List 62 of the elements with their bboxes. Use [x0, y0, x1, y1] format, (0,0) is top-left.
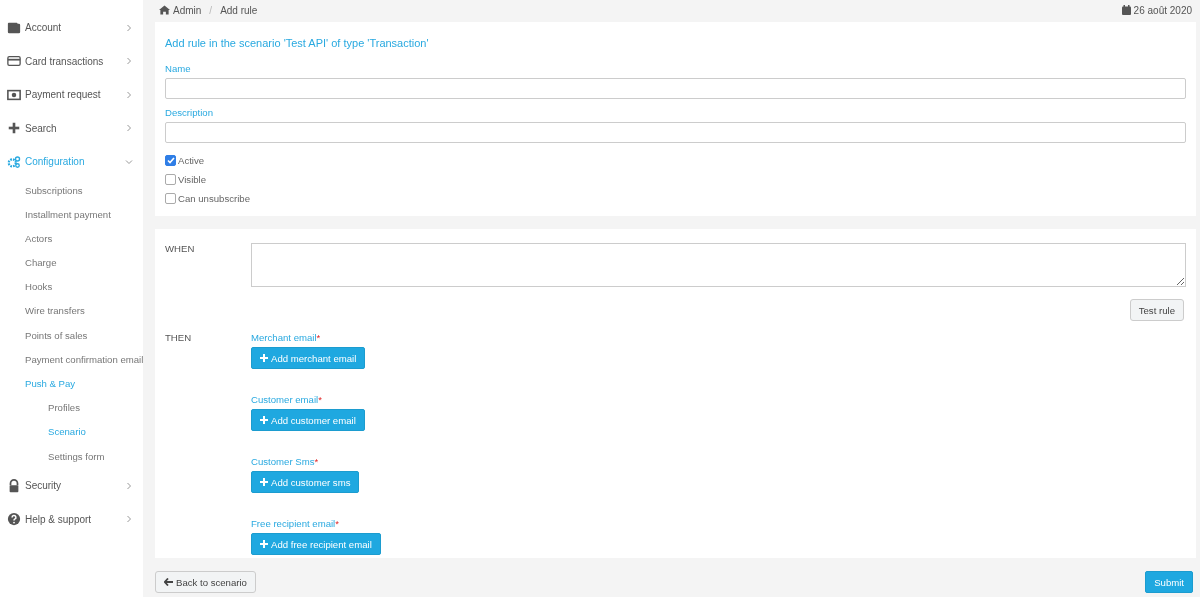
action-label: Merchant email* [251, 332, 322, 343]
breadcrumb-item[interactable]: Admin [173, 4, 202, 16]
sidebar-subitem[interactable]: Actors [0, 226, 143, 252]
plus-icon [260, 354, 268, 362]
banknote-icon [7, 87, 21, 102]
add-button[interactable]: Add customer email [251, 409, 365, 431]
plus-icon [260, 540, 268, 548]
wallet-icon [7, 20, 21, 35]
then-label: THEN [165, 332, 192, 343]
field-label: Description [165, 107, 214, 118]
sidebar-item[interactable]: Configuration [0, 145, 143, 179]
question-icon [7, 512, 21, 526]
checkbox[interactable] [165, 193, 176, 204]
sidebar-item[interactable]: Security [0, 468, 143, 503]
home-icon [159, 5, 170, 15]
breadcrumb-item: Add rule [220, 4, 258, 16]
plus-icon [7, 121, 21, 136]
form-title: Add rule in the scenario 'Test API' of type 'Transaction' [165, 37, 430, 49]
sidebar-subitem[interactable]: Scenario [0, 420, 143, 445]
add-button[interactable]: Add free recipient email [251, 533, 381, 555]
sidebar-item[interactable]: Account [0, 11, 143, 45]
when-label: WHEN [165, 243, 195, 254]
add-button[interactable]: Add customer sms [251, 471, 360, 493]
arrow-left-icon [164, 578, 173, 586]
sidebar-item[interactable]: Payment request [0, 78, 143, 112]
input-field[interactable] [165, 78, 1186, 99]
sidebar-subitem[interactable]: Push & Pay [0, 372, 143, 397]
sidebar-item[interactable]: Search [0, 111, 143, 145]
breadcrumb-separator: / [209, 4, 213, 16]
sidebar-subitem[interactable]: Hooks [0, 275, 143, 300]
sidebar-item[interactable]: Help & support [0, 502, 143, 536]
sidebar-subitem[interactable]: Subscriptions [0, 178, 143, 203]
sidebar-subitem[interactable]: Wire transfers [0, 299, 143, 324]
sidebar-item[interactable]: Card transactions [0, 44, 143, 78]
checkbox-label: Visible [178, 174, 207, 185]
calendar-icon [1121, 5, 1131, 15]
plus-icon [260, 478, 268, 486]
back-button[interactable]: Back to scenario [155, 571, 256, 593]
sidebar-subitem[interactable]: Settings form [0, 444, 143, 469]
condition-field[interactable] [251, 243, 1186, 287]
action-label: Customer email* [251, 394, 323, 405]
gears-icon [7, 154, 21, 169]
checkbox[interactable] [165, 174, 176, 185]
sidebar-subitem[interactable]: Installment payment [0, 202, 143, 227]
checkbox-label: Active [178, 155, 205, 166]
input-field[interactable] [165, 122, 1186, 143]
add-button[interactable]: Add merchant email [251, 347, 366, 369]
sidebar-subitem[interactable]: Charge [0, 251, 143, 276]
credit-card-icon [7, 54, 21, 69]
checkbox-label: Can unsubscribe [178, 193, 250, 204]
action-label: Customer Sms* [251, 456, 320, 467]
test-rule-button[interactable]: Test rule [1129, 299, 1184, 321]
lock-icon [7, 478, 21, 493]
submit-button[interactable]: Submit [1145, 571, 1193, 593]
sidebar-subitem[interactable]: Points of sales [0, 323, 143, 348]
sidebar-subitem[interactable]: Profiles [0, 396, 143, 421]
plus-icon [260, 416, 268, 424]
date-text: 26 août 2020 [1133, 4, 1192, 16]
sidebar-subitem[interactable]: Payment confirmation email [0, 347, 143, 372]
checkbox[interactable] [165, 155, 176, 166]
action-label: Free recipient email* [251, 518, 340, 529]
field-label: Name [165, 63, 192, 74]
